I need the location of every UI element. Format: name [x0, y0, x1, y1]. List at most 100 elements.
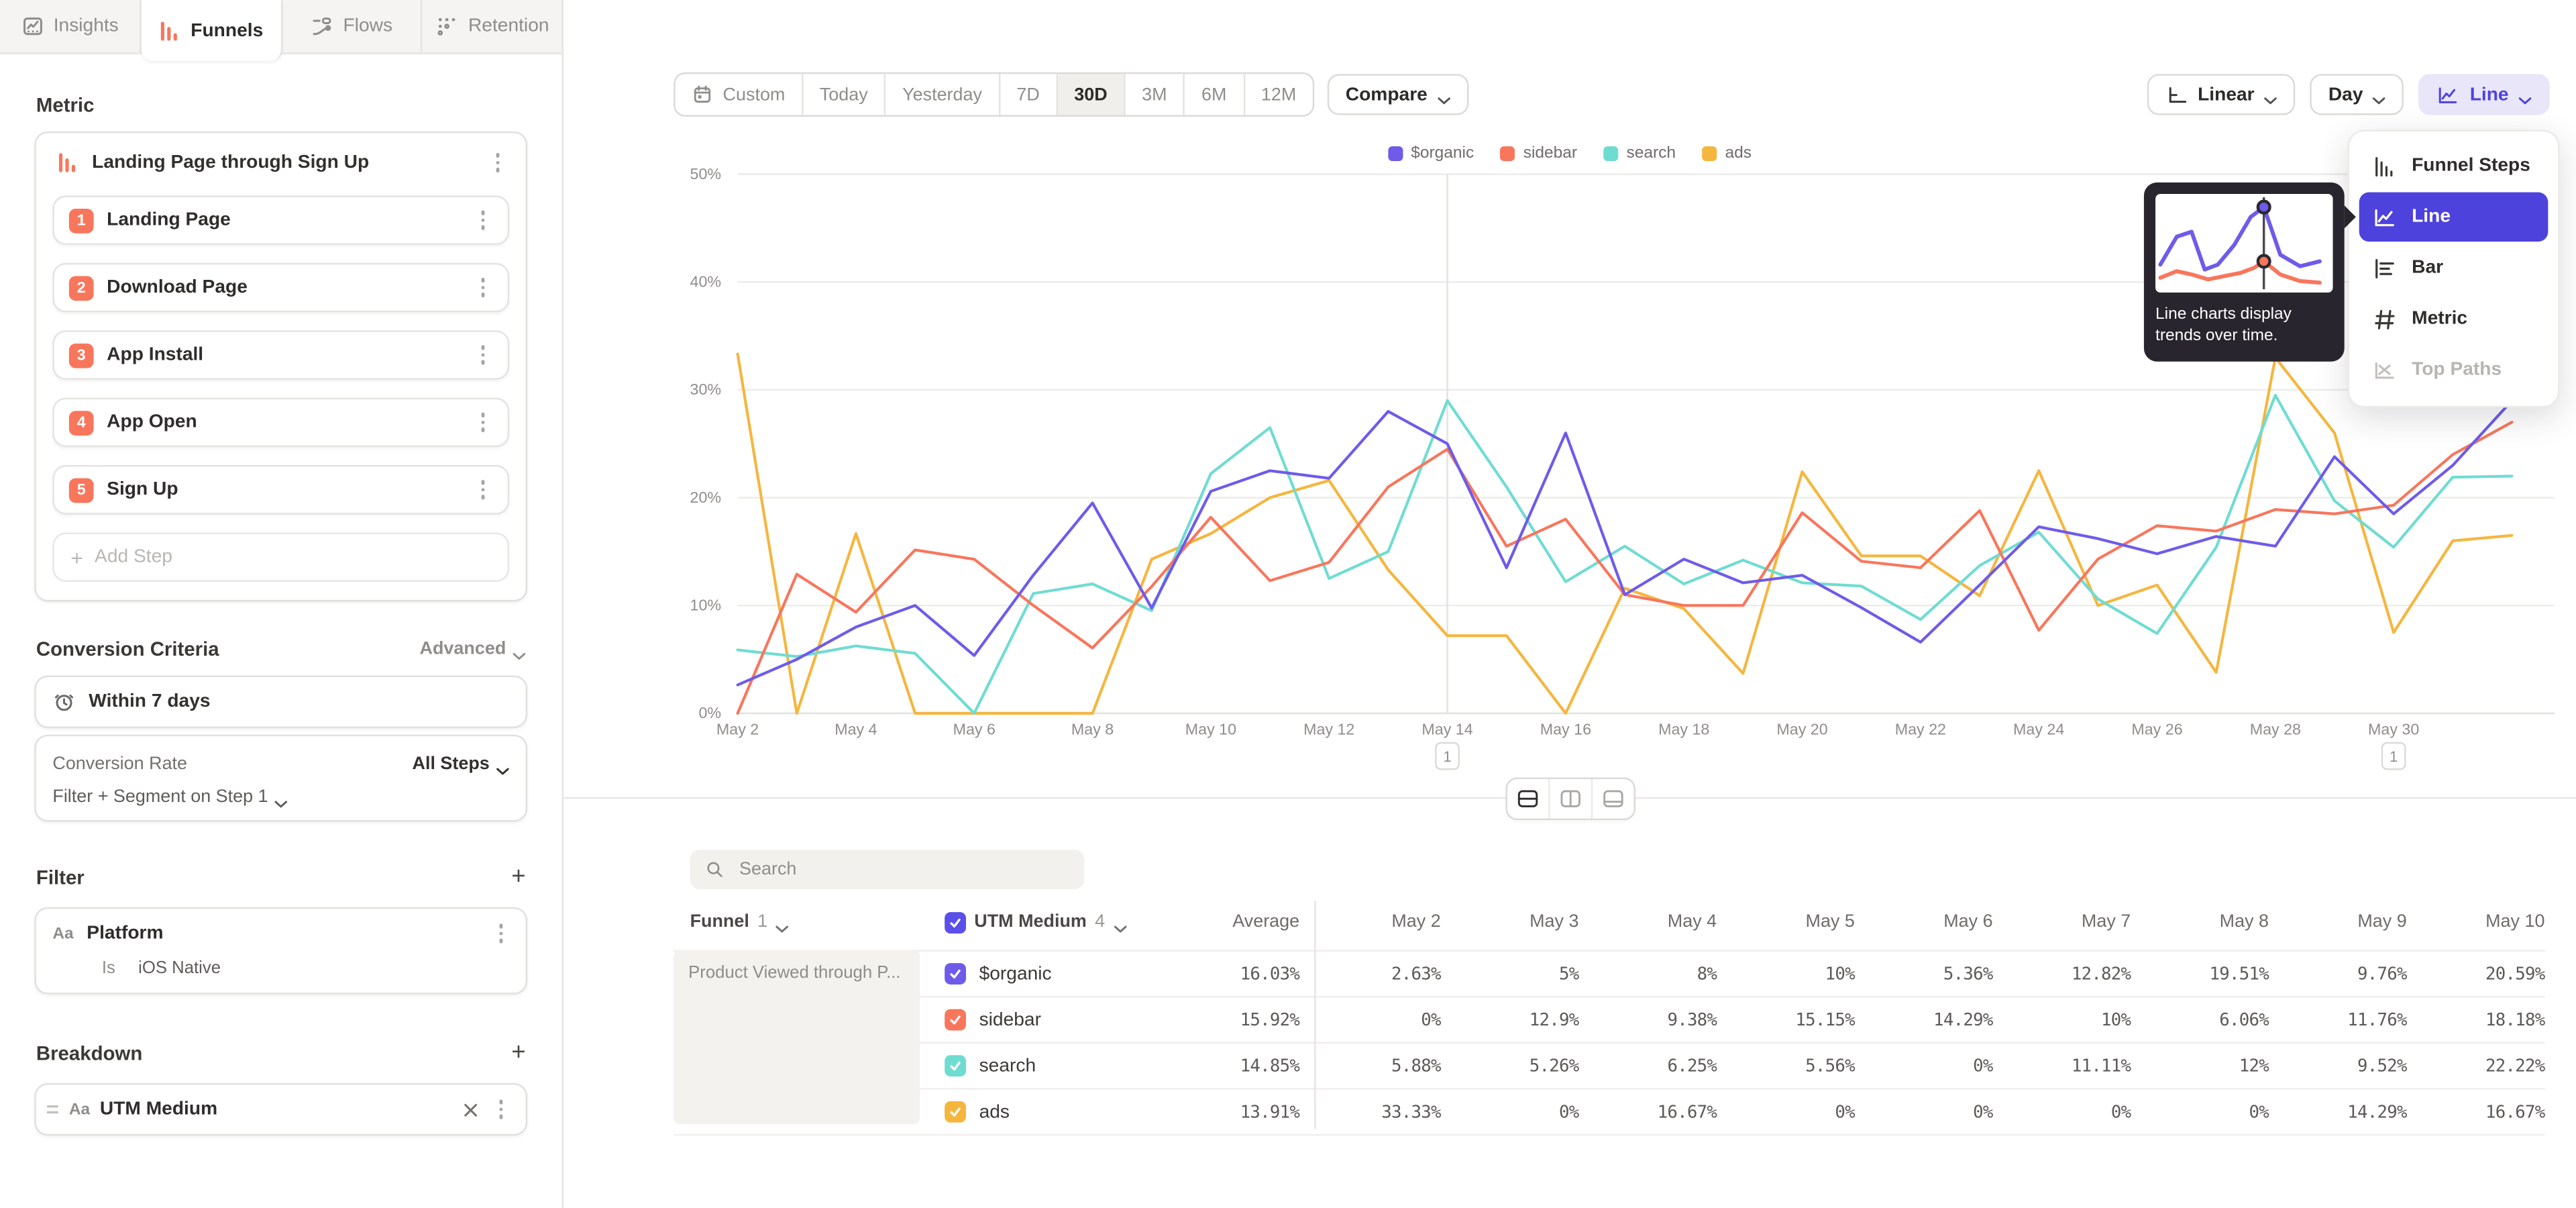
add-filter-button[interactable]: +	[511, 864, 525, 889]
day-value: 18.18%	[2407, 1010, 2545, 1029]
table-header-row: Funnel 1 UTM Medium 4 Average May 2May 3…	[674, 901, 2544, 944]
tab-funnels[interactable]: Funnels	[141, 0, 282, 61]
metric-icon	[2372, 307, 2397, 332]
breakdown-kebab-menu[interactable]	[490, 1096, 513, 1122]
day-value: 16.67%	[2407, 1102, 2545, 1121]
menu-item-funnel-steps[interactable]: Funnel Steps	[2359, 142, 2548, 191]
funnel-step-3[interactable]: 3App Install	[52, 330, 509, 379]
query-sidebar: Metric Landing Page through Sign Up 1Lan…	[0, 54, 564, 1208]
day-column-header: May 9	[2269, 912, 2407, 932]
day-value: 33.33%	[1299, 1102, 1441, 1121]
funnel-step-5[interactable]: 5Sign Up	[52, 465, 509, 514]
day-column-header: May 8	[2131, 912, 2269, 932]
bar-chart-icon	[2372, 256, 2397, 281]
plus-icon: +	[70, 545, 83, 570]
day-value: 12%	[2131, 1056, 2269, 1075]
table-row-organic: $organic16.03%2.63%5%8%10%5.36%12.82%19.…	[674, 950, 2544, 998]
step-kebab-menu[interactable]	[472, 274, 494, 301]
conversion-rate-value: All Steps	[413, 754, 490, 774]
layout-bottom-panel-button[interactable]	[1592, 779, 1633, 819]
step-kebab-menu[interactable]	[472, 207, 494, 234]
tab-label-retention: Retention	[468, 16, 549, 36]
tab-label-insights: Insights	[54, 16, 119, 36]
funnel-kebab-menu[interactable]	[486, 150, 509, 176]
segment-checkbox[interactable]	[945, 1055, 966, 1076]
report-tabbar: InsightsFunnelsFlowsRetention	[0, 0, 564, 54]
line-chart[interactable]: 0%10%20%30%40%50%May 2May 4May 6May 8May…	[564, 0, 2576, 772]
day-column-header: May 5	[1717, 912, 1855, 932]
svg-text:May 12: May 12	[1303, 721, 1354, 738]
menu-item-metric[interactable]: Metric	[2359, 294, 2548, 343]
layout-vertical-split-button[interactable]	[1549, 779, 1592, 819]
day-value: 8%	[1578, 964, 1717, 983]
svg-text:May 10: May 10	[1185, 721, 1236, 738]
funnel-column-header[interactable]: Funnel 1	[674, 912, 920, 932]
filter-operator[interactable]: Is	[102, 958, 115, 978]
day-value: 11.76%	[2269, 1010, 2407, 1029]
menu-item-bar[interactable]: Bar	[2359, 243, 2548, 292]
layout-horizontal-split-button[interactable]	[1507, 779, 1550, 819]
menu-item-label: Top Paths	[2412, 360, 2502, 379]
annotation-badge[interactable]: 1	[1436, 743, 1458, 769]
advanced-toggle[interactable]: Advanced	[420, 640, 526, 659]
step-kebab-menu[interactable]	[472, 342, 494, 368]
conversion-window-card[interactable]: Within 7 days	[34, 676, 527, 728]
tab-flows[interactable]: Flows	[282, 0, 423, 52]
step-kebab-menu[interactable]	[472, 476, 494, 503]
day-value: 22.22%	[2407, 1056, 2545, 1075]
filter-segment-toggle[interactable]: Filter + Segment on Step 1	[52, 787, 509, 807]
step-kebab-menu[interactable]	[472, 409, 494, 436]
conversion-rate-card: Conversion Rate All Steps Filter + Segme…	[34, 735, 527, 822]
metric-heading: Metric	[36, 94, 95, 117]
filter-kebab-menu[interactable]	[490, 920, 513, 946]
add-breakdown-button[interactable]: +	[511, 1040, 525, 1065]
search-input[interactable]	[736, 858, 1069, 880]
select-all-checkbox[interactable]	[945, 911, 966, 933]
funnel-step-2[interactable]: 2Download Page	[52, 263, 509, 312]
day-value: 14.29%	[1855, 1010, 1993, 1029]
svg-text:May 28: May 28	[2250, 721, 2301, 738]
funnel-step-4[interactable]: 4App Open	[52, 398, 509, 447]
menu-item-line[interactable]: Line	[2359, 193, 2548, 242]
bottom-panel-icon	[1600, 787, 1625, 810]
svg-text:1: 1	[2390, 748, 2398, 765]
chart-type-tooltip: Line charts display trends over time.	[2144, 183, 2345, 362]
filter-property-name[interactable]: Platform	[87, 923, 476, 943]
day-value: 5%	[1441, 964, 1579, 983]
day-value: 20.59%	[2407, 964, 2545, 983]
svg-text:May 2: May 2	[716, 721, 759, 738]
day-value: 5.36%	[1855, 964, 1993, 983]
annotation-badge[interactable]: 1	[2382, 743, 2405, 769]
chart-type-menu: Funnel StepsLineBarMetric Top Paths	[2348, 130, 2560, 407]
drag-handle-icon[interactable]	[46, 1101, 60, 1117]
add-step-button[interactable]: + Add Step	[52, 532, 509, 581]
breakdown-table: Funnel 1 UTM Medium 4 Average May 2May 3…	[674, 901, 2544, 1136]
filter-value[interactable]: iOS Native	[138, 958, 221, 978]
svg-text:May 20: May 20	[1776, 721, 1827, 738]
conversion-window-value: Within 7 days	[89, 692, 210, 711]
tooltip-preview-chart	[2155, 194, 2332, 293]
breakdown-column-header[interactable]: UTM Medium 4	[945, 911, 1216, 933]
funnel-step-1[interactable]: 1Landing Page	[52, 195, 509, 244]
segment-checkbox[interactable]	[945, 1101, 966, 1123]
tab-insights[interactable]: Insights	[0, 0, 141, 52]
funnel-step-cell[interactable]: Product Viewed through P...	[674, 950, 920, 1125]
table-row-search: search14.85%5.88%5.26%6.25%5.56%0%11.11%…	[674, 1044, 2544, 1090]
day-value: 5.56%	[1717, 1056, 1855, 1075]
day-value: 11.11%	[1993, 1056, 2131, 1075]
segment-checkbox[interactable]	[945, 1009, 966, 1031]
day-value: 9.38%	[1578, 1010, 1717, 1029]
conversion-rate-selector[interactable]: All Steps	[413, 754, 510, 774]
breakdown-property-name[interactable]: UTM Medium	[100, 1099, 452, 1119]
tab-retention[interactable]: Retention	[423, 0, 564, 52]
step-number-badge: 4	[69, 410, 94, 435]
table-row-sidebar: sidebar15.92%0%12.9%9.38%15.15%14.29%10%…	[674, 998, 2544, 1044]
segment-name-cell: search	[945, 1055, 1216, 1076]
funnel-column-label: Funnel	[690, 912, 749, 932]
remove-breakdown-icon[interactable]	[462, 1101, 480, 1119]
svg-text:1: 1	[1443, 748, 1451, 765]
segment-checkbox[interactable]	[945, 963, 966, 985]
filter-segment-label: Filter + Segment on Step 1	[52, 787, 268, 807]
day-column-header: May 10	[2407, 912, 2545, 932]
day-value: 6.06%	[2131, 1010, 2269, 1029]
